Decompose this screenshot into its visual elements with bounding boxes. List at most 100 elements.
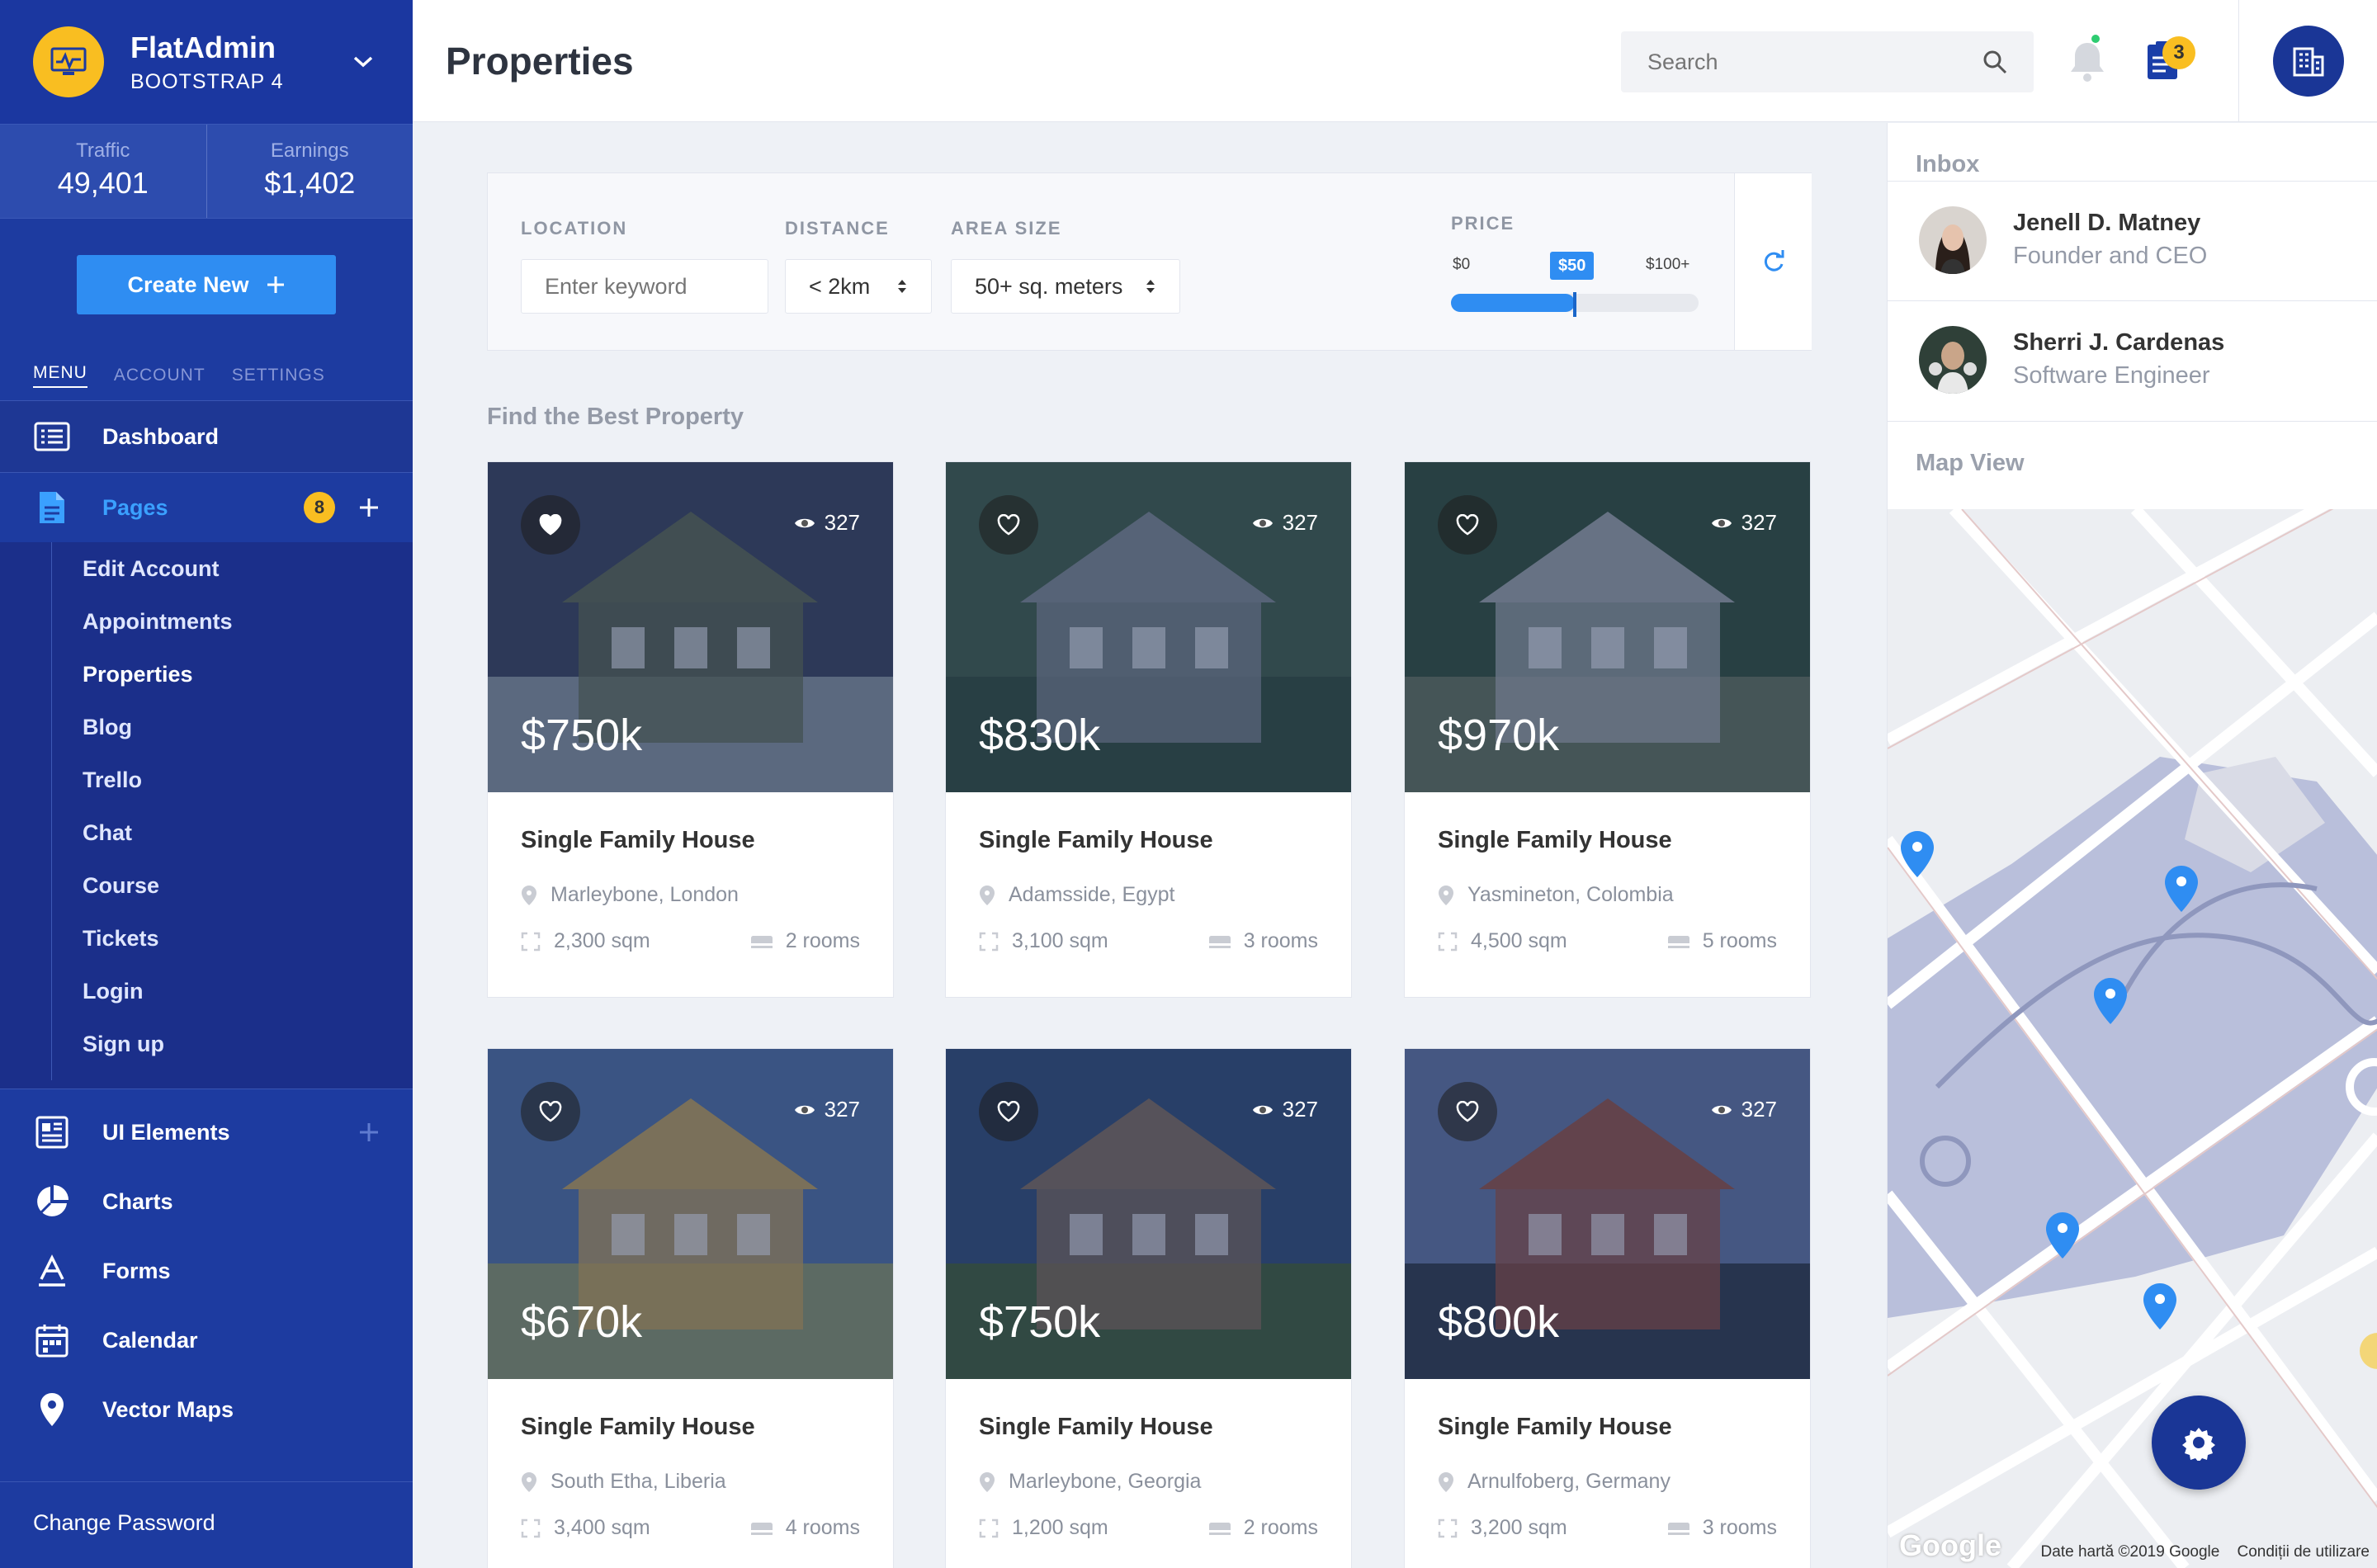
notification-dot [2091,35,2100,43]
distance-value: < 2km [809,273,871,299]
settings-fab[interactable] [2152,1396,2246,1490]
location-text: Arnulfoberg, Germany [1467,1470,1671,1493]
expand-icon [1438,1518,1458,1537]
sidebar-item-label: UI Elements [102,1119,230,1145]
bed-icon [750,1522,773,1535]
map-tiles [1888,509,2377,1568]
tab-account[interactable]: ACCOUNT [114,366,206,385]
company-button[interactable] [2273,26,2344,97]
views-value: 327 [824,510,860,535]
price-min: $0 [1453,256,1471,273]
map-view-title: Map View [1916,450,2025,476]
location-pin-icon [1439,1471,1453,1492]
property-card[interactable]: 327 $800k Single Family House Arnulfoberg, … [1404,1048,1811,1568]
property-area: 3,100 sqm [979,929,1108,953]
property-card[interactable]: 327 $830k Single Family House Adamsside, Eg… [945,461,1352,998]
bed-icon [1667,935,1689,948]
location-input[interactable] [521,259,768,314]
sidebar-item-sign-up[interactable]: Sign up [83,1018,413,1070]
property-title[interactable]: Single Family House [1438,1414,1672,1441]
area-text: 4,500 sqm [1471,929,1567,952]
property-photo[interactable]: 327 $670k [488,1049,893,1379]
sidebar-item-label: Charts [102,1188,173,1214]
tab-settings[interactable]: SETTINGS [232,366,325,385]
heart-icon [1456,514,1479,536]
property-card[interactable]: 327 $750k Single Family House Marleybone, G… [945,1048,1352,1568]
area-size-select[interactable]: 50+ sq. meters [951,259,1180,314]
sidebar-item-forms[interactable]: Forms [0,1236,413,1306]
favorite-button[interactable] [521,495,580,555]
sidebar-item-trello[interactable]: Trello [83,753,413,806]
property-card[interactable]: 327 $970k Single Family House Yasmineton, C… [1404,461,1811,998]
distance-select[interactable]: < 2km [785,259,932,314]
contact-name: Sherri J. Cardenas [2013,329,2225,356]
plus-icon[interactable] [358,1122,380,1143]
property-card[interactable]: 327 $670k Single Family House South Etha, L… [487,1048,894,1568]
bell-icon[interactable] [2067,38,2108,84]
price-slider-handle[interactable] [1573,292,1576,317]
search-input[interactable] [1647,49,1982,75]
sidebar-item-properties[interactable]: Properties [83,648,413,701]
map-view[interactable]: Google Date hartă ©2019 Google Condiții … [1888,509,2377,1568]
expand-icon [521,1518,541,1537]
expand-icon [521,932,541,951]
location-text: Marleybone, London [551,883,739,906]
sidebar-item-ui-elements[interactable]: UI Elements [0,1098,413,1167]
sidebar-item-label: Dashboard [102,423,220,449]
sidebar-item-dashboard[interactable]: Dashboard [0,401,413,472]
property-title[interactable]: Single Family House [979,1414,1213,1441]
sidebar-item-pages[interactable]: Pages 8 [0,473,413,542]
property-card[interactable]: 327 $750k Single Family House Marleybone, L… [487,461,894,998]
property-title[interactable]: Single Family House [1438,827,1672,854]
property-title[interactable]: Single Family House [521,827,755,854]
views-count: 327 [1251,510,1318,536]
sidebar-item-course[interactable]: Course [83,859,413,912]
change-password-link[interactable]: Change Password [33,1510,215,1536]
property-title[interactable]: Single Family House [979,827,1213,854]
bed-icon [750,935,773,948]
property-photo[interactable]: 327 $970k [1405,462,1810,792]
avatar [1919,206,1987,274]
property-photo[interactable]: 327 $750k [488,462,893,792]
sidebar-item-calendar[interactable]: Calendar [0,1306,413,1375]
sidebar-item-charts[interactable]: Charts [0,1167,413,1236]
property-rooms: 2 rooms [749,929,860,953]
chevron-down-icon[interactable] [347,45,380,78]
favorite-button[interactable] [1438,495,1497,555]
property-photo[interactable]: 327 $830k [946,462,1351,792]
stat-label: Traffic [76,139,130,162]
refresh-button[interactable] [1734,173,1812,350]
sidebar-item-login[interactable]: Login [83,965,413,1018]
price-slider[interactable] [1451,292,1699,317]
sidebar-item-chat[interactable]: Chat [83,806,413,859]
inbox-contact[interactable]: Sherri J. Cardenas Software Engineer [1888,301,2377,422]
favorite-button[interactable] [1438,1082,1497,1141]
sidebar-item-vector-maps[interactable]: Vector Maps [0,1375,413,1444]
map-terms-link[interactable]: Condiții de utilizare [2237,1543,2370,1561]
inbox-contact[interactable]: Jenell D. Matney Founder and CEO [1888,181,2377,301]
favorite-button[interactable] [979,1082,1038,1141]
search-icon[interactable] [1982,50,2007,74]
favorite-button[interactable] [521,1082,580,1141]
sidebar-item-edit-account[interactable]: Edit Account [83,542,413,595]
create-new-button[interactable]: Create New [77,255,336,314]
property-photo[interactable]: 327 $800k [1405,1049,1810,1379]
search-box[interactable] [1621,31,2034,92]
favorite-button[interactable] [979,495,1038,555]
plus-icon[interactable] [358,497,380,518]
views-value: 327 [1741,1097,1777,1122]
property-price: $670k [521,1297,643,1347]
stat-label: Earnings [270,139,349,162]
sidebar-item-tickets[interactable]: Tickets [83,912,413,965]
tab-menu[interactable]: MENU [33,363,87,388]
menu-tabs: MENU ACCOUNT SETTINGS [0,351,413,400]
property-price: $750k [979,1297,1101,1347]
property-title[interactable]: Single Family House [521,1414,755,1441]
sidebar-item-appointments[interactable]: Appointments [83,595,413,648]
property-rooms: 4 rooms [749,1516,860,1540]
property-area: 2,300 sqm [521,929,650,953]
sidebar-item-blog[interactable]: Blog [83,701,413,753]
views-value: 327 [824,1097,860,1122]
location-pin-icon [980,1471,995,1492]
property-photo[interactable]: 327 $750k [946,1049,1351,1379]
